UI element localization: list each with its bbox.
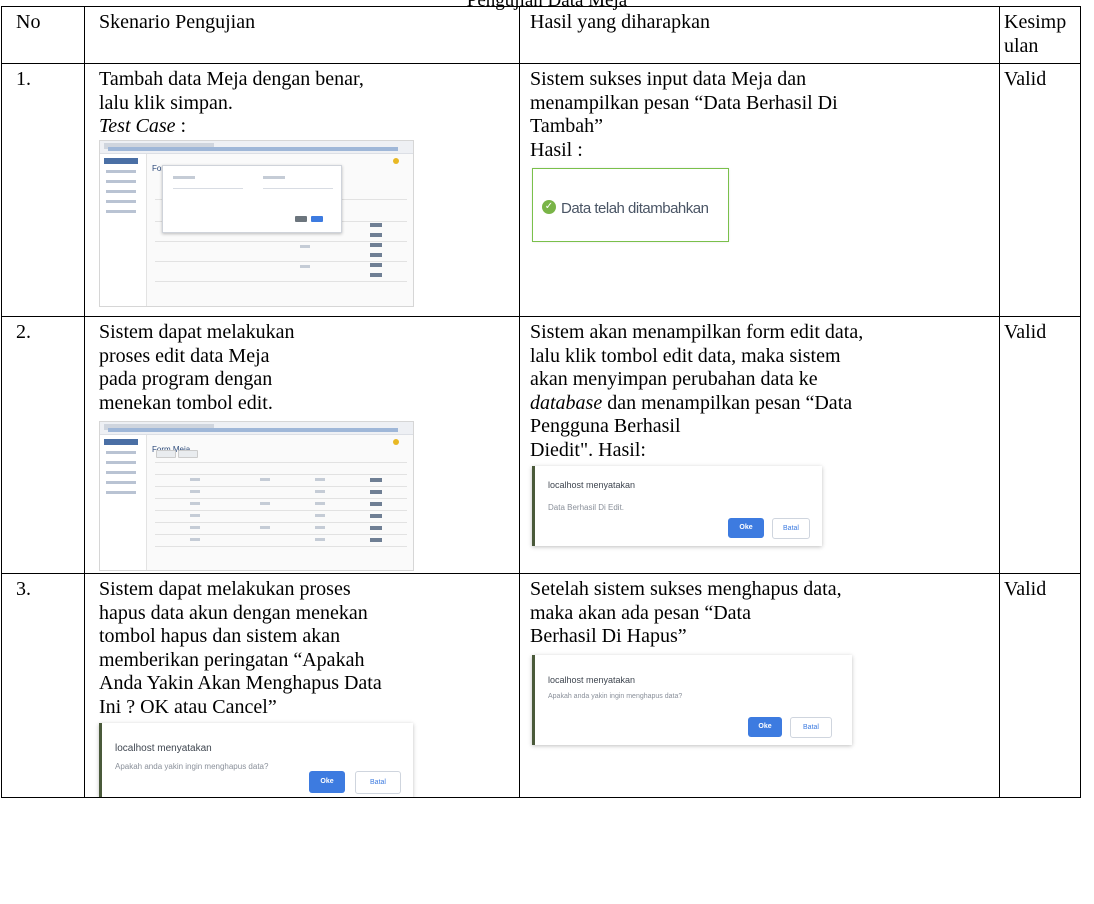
- header-no: No: [1, 6, 85, 64]
- success-notification: ✓ Data telah ditambahkan: [532, 168, 729, 242]
- cancel-button[interactable]: Batal: [772, 518, 810, 539]
- table-row: 3. Sistem dapat melakukan proses hapus d…: [1, 573, 1081, 798]
- ok-button[interactable]: Oke: [309, 771, 345, 793]
- skenario-line: tombol hapus dan sistem akan: [99, 625, 341, 647]
- skenario-line: proses edit data Meja: [99, 344, 270, 367]
- database-word: database: [530, 391, 603, 414]
- skenario-line: Ini ? OK atau Cancel”: [99, 695, 277, 718]
- row-skenario: Tambah data Meja dengan benar, lalu klik…: [84, 63, 520, 317]
- table-header-row: No Skenario Pengujian Hasil yang diharap…: [1, 6, 1081, 64]
- hasil-line: Setelah sistem sukses menghapus data,: [530, 578, 842, 600]
- skenario-line: Sistem dapat melakukan: [99, 321, 295, 343]
- test-table: No Skenario Pengujian Hasil yang diharap…: [1, 6, 1081, 798]
- row-skenario: Sistem dapat melakukan proses hapus data…: [84, 573, 520, 798]
- delete-alert-dialog: localhost menyatakan Apakah anda yakin i…: [99, 723, 413, 797]
- row-kesimpulan: Valid: [999, 573, 1081, 798]
- test-case-label: Test Case: [99, 115, 176, 137]
- alert-message: Apakah anda yakin ingin menghapus data?: [548, 692, 683, 700]
- test-case-line: Test Case :: [99, 115, 513, 139]
- hasil-line: Pengguna Berhasil: [530, 415, 681, 437]
- hasil-line-rest: dan menampilkan pesan “Data: [602, 391, 853, 414]
- header-kesimpulan-part1: Kesimp: [1004, 11, 1067, 33]
- skenario-line: lalu klik simpan.: [99, 91, 233, 114]
- row-number: 3.: [1, 573, 85, 798]
- alert-message: Apakah anda yakin ingin menghapus data?: [115, 762, 269, 771]
- hasil-line: Sistem akan menampilkan form edit data,: [530, 321, 864, 343]
- hasil-line: Diedit". Hasil:: [530, 438, 646, 461]
- row-hasil: Sistem akan menampilkan form edit data, …: [519, 316, 1000, 574]
- skenario-line: Sistem dapat melakukan proses: [99, 578, 351, 600]
- header-hasil: Hasil yang diharapkan: [519, 6, 1000, 64]
- ok-button[interactable]: Oke: [748, 716, 782, 737]
- row-skenario: Sistem dapat melakukan proses edit data …: [84, 316, 520, 574]
- skenario-line: Anda Yakin Akan Menghapus Data: [99, 672, 382, 694]
- success-message: Data telah ditambahkan: [561, 200, 709, 217]
- table-row: 1. Tambah data Meja dengan benar, lalu k…: [1, 63, 1081, 317]
- cancel-button[interactable]: Batal: [790, 716, 832, 738]
- add-form-screenshot: Form Meja: [99, 139, 414, 307]
- alert-message: Data Berhasil Di Edit.: [548, 503, 625, 512]
- hasil-line: Tambah”: [530, 115, 604, 137]
- hasil-line: menampilkan pesan “Data Berhasil Di: [530, 91, 838, 114]
- hasil-line: lalu klik tombol edit data, maka sistem: [530, 344, 841, 367]
- table-row: 2. Sistem dapat melakukan proses edit da…: [1, 316, 1081, 574]
- skenario-line: menekan tombol edit.: [99, 391, 273, 414]
- header-kesimpulan-part2: ulan: [1004, 34, 1039, 57]
- skenario-line: Tambah data Meja dengan benar,: [99, 68, 364, 90]
- edit-form-screenshot: Form Meja: [99, 421, 414, 571]
- row-number: 1.: [1, 63, 85, 317]
- alert-title: localhost menyatakan: [548, 480, 636, 490]
- hasil-line: database dan menampilkan pesan “Data: [530, 392, 993, 416]
- skenario-line: pada program dengan: [99, 368, 273, 390]
- row-hasil: Setelah sistem sukses menghapus data, ma…: [519, 573, 1000, 798]
- hasil-line: Hasil :: [530, 138, 583, 161]
- header-skenario: Skenario Pengujian: [84, 6, 520, 64]
- edit-alert-dialog: localhost menyatakan Data Berhasil Di Ed…: [532, 466, 822, 546]
- skenario-line: memberikan peringatan “Apakah: [99, 648, 365, 671]
- delete-alert-dialog: localhost menyatakan Apakah anda yakin i…: [532, 654, 852, 745]
- ok-button[interactable]: Oke: [728, 518, 764, 538]
- header-kesimpulan: Kesimp ulan: [999, 6, 1081, 64]
- test-case-suffix: :: [175, 115, 187, 137]
- check-icon: ✓: [542, 200, 556, 214]
- hasil-line: akan menyimpan perubahan data ke: [530, 368, 818, 390]
- row-kesimpulan: Valid: [999, 316, 1081, 574]
- cancel-button[interactable]: Batal: [355, 771, 401, 794]
- hasil-line: Berhasil Di Hapus”: [530, 625, 687, 647]
- hasil-line: Sistem sukses input data Meja dan: [530, 68, 807, 90]
- skenario-line: hapus data akun dengan menekan: [99, 601, 368, 624]
- hasil-line: maka akan ada pesan “Data: [530, 601, 751, 624]
- row-number: 2.: [1, 316, 85, 574]
- row-hasil: Sistem sukses input data Meja dan menamp…: [519, 63, 1000, 317]
- row-kesimpulan: Valid: [999, 63, 1081, 317]
